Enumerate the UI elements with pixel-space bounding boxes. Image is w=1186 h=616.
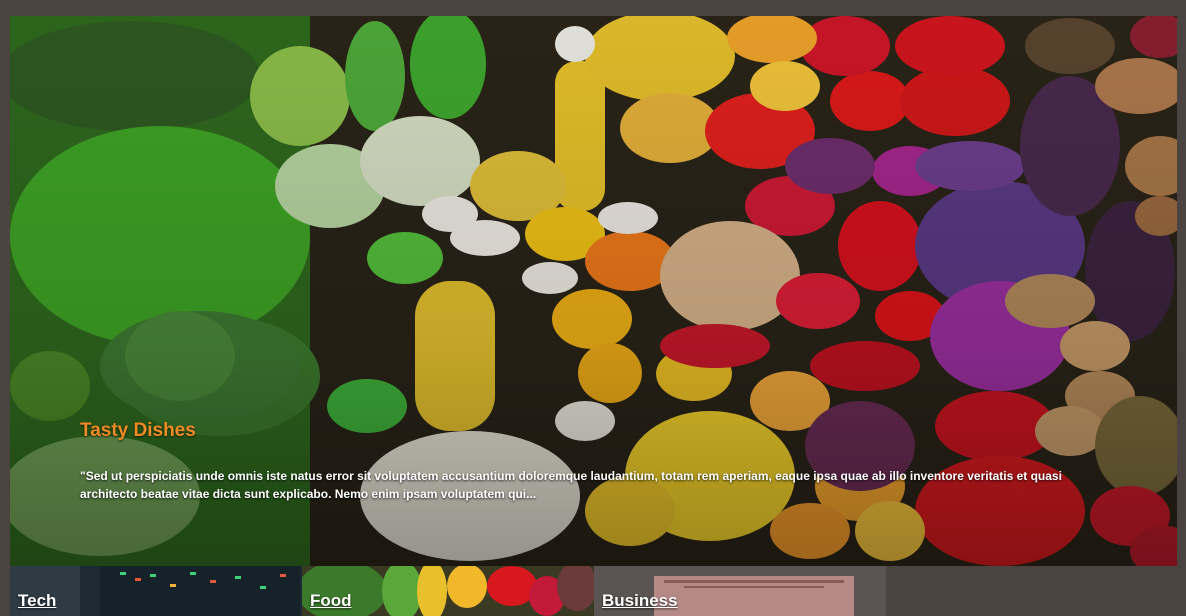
featured-post[interactable]: Tasty Dishes "Sed ut perspiciatis unde o… [10,16,1177,566]
category-card-tech[interactable]: Tech [10,566,302,616]
featured-post-title[interactable]: Tasty Dishes [80,420,196,442]
category-strip: Tech Food Business [10,566,886,616]
category-card-business[interactable]: Business [594,566,886,616]
category-tech-label[interactable]: Tech [18,591,56,611]
category-card-food[interactable]: Food [302,566,594,616]
category-food-label[interactable]: Food [310,591,352,611]
category-business-label[interactable]: Business [602,591,678,611]
featured-post-excerpt: "Sed ut perspiciatis unde omnis iste nat… [80,469,1062,501]
